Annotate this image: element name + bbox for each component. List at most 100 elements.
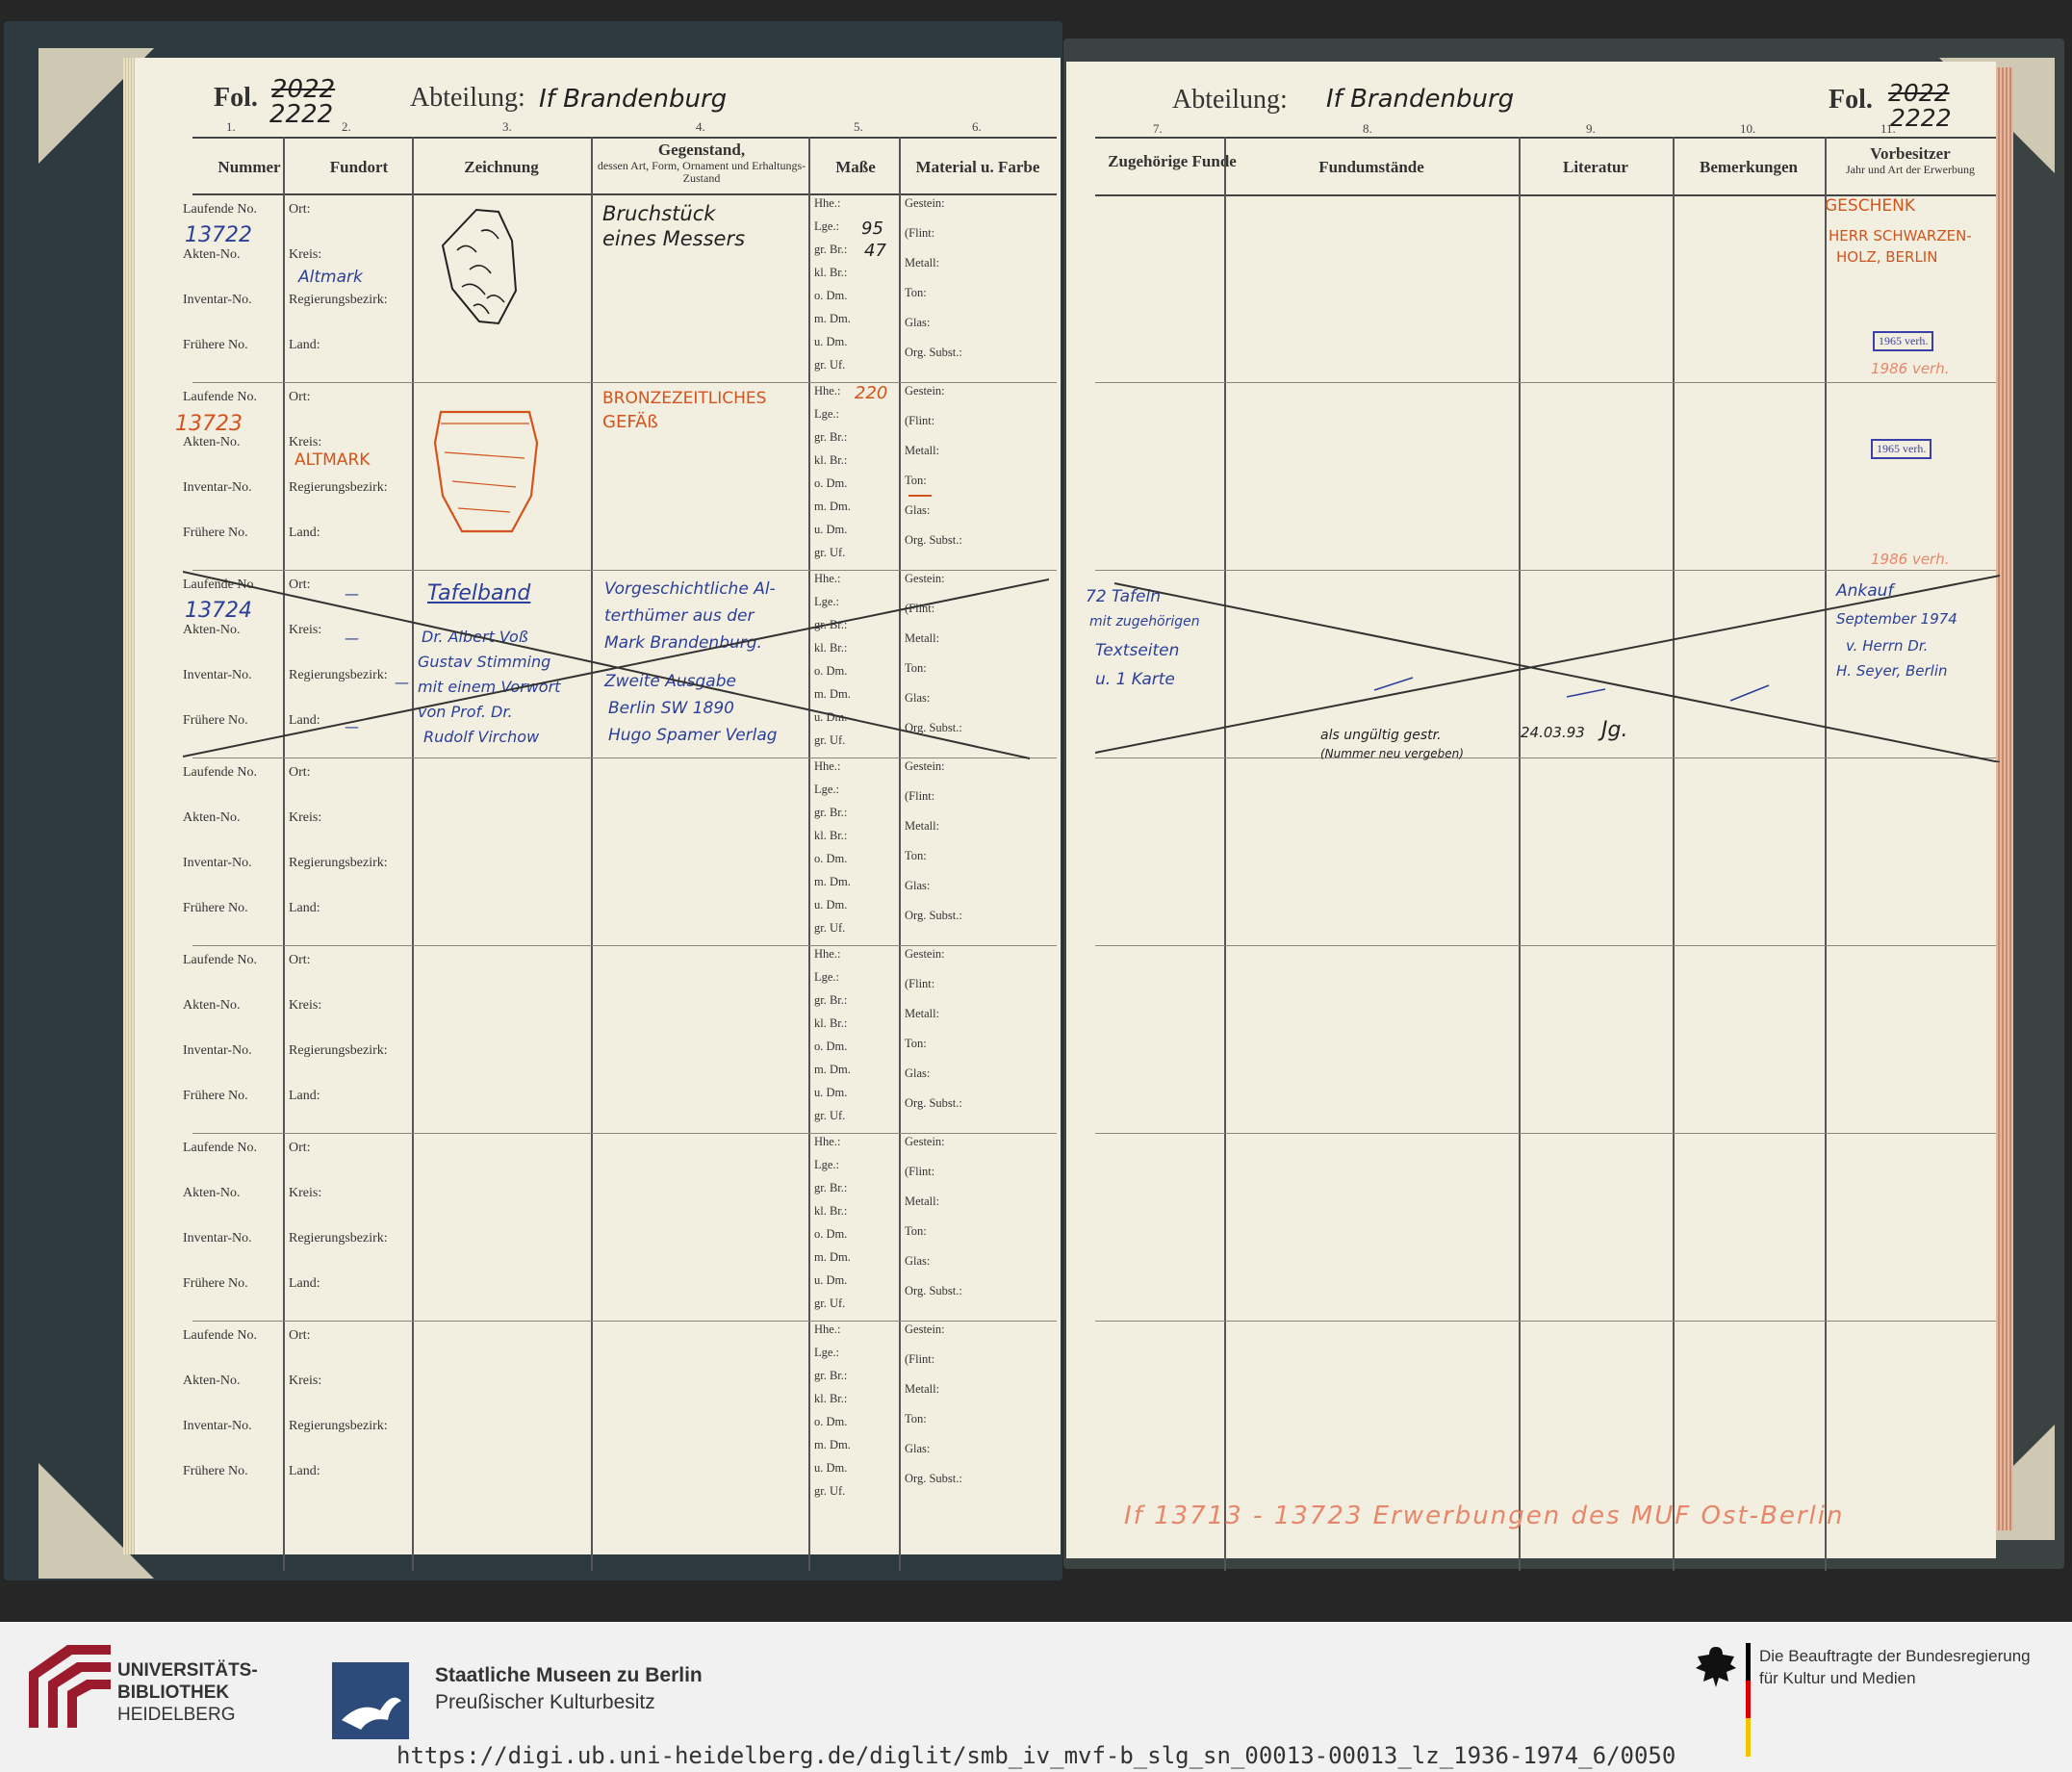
akten-no-label: Akten-No. [183,247,241,262]
stamp-verh-1: 1965 verh. [1873,331,1934,351]
entry1-laufende-no: 13722 [185,223,252,247]
abteilung-label-right: Abteilung: [1172,85,1288,115]
measure-label: Lge.: [814,1158,840,1171]
material-label: Metall: [905,1382,940,1396]
material-label: (Flint: [905,1352,935,1366]
regierungsbezirk-label: Regierungsbezirk: [289,480,388,495]
akten-no-label: Akten-No. [183,998,241,1013]
header-fundumstaende: Fundumstände [1318,158,1424,176]
material-label: Ton: [905,286,927,299]
material-label: (Flint: [905,414,935,427]
bkm-line1: Die Beauftragte der Bundesregierung [1759,1647,2031,1665]
entry2-kreis: ALTMARK [294,450,371,470]
material-label: Org. Subst.: [905,533,962,547]
material-label: Glas: [905,503,931,517]
header-gegenstand-sub: dessen Art, Form, Ornament und Erhaltung… [597,159,806,185]
header-gegenstand: Gegenstand, dessen Art, Form, Ornament u… [591,141,812,185]
material-label: Org. Subst.: [905,1284,962,1297]
col-divider [283,137,285,1571]
measure-label: gr. Br.: [814,430,848,444]
abteilung-value-left: If Brandenburg [539,85,728,114]
col-number-8: 8. [1363,121,1372,136]
fruehere-no-label: Frühere No. [183,1089,248,1103]
smb-line1: Staatliche Museen zu Berlin [435,1664,703,1686]
col-divider [899,137,901,1571]
ub-line3: HEIDELBERG [117,1705,236,1725]
header-material: Material u. Farbe [915,158,1040,176]
measure-label: m. Dm. [814,875,851,888]
material-label: Gestein: [905,759,945,773]
ub-heidelberg-logo-icon [29,1645,111,1728]
measure-label: kl. Br.: [814,829,848,842]
left-page: Fol. 2022 2222 Abteilung: If Brandenburg… [135,58,1061,1571]
akten-no-label: Akten-No. [183,435,241,449]
fol-label-right: Fol. [1829,85,1873,115]
smb-line2: Preußischer Kulturbesitz [435,1691,655,1713]
material-label: Ton: [905,849,927,862]
fruehere-no-label: Frühere No. [183,338,248,352]
land-label: Land: [289,1464,320,1478]
kreis-label: Kreis: [289,247,322,262]
row-divider [192,1133,1057,1134]
measure-label: o. Dm. [814,852,848,865]
measure-label: gr. Br.: [814,1369,848,1382]
material-label: Org. Subst.: [905,909,962,922]
header-vorbesitzer-title: Vorbesitzer [1870,144,1951,163]
measure-label: kl. Br.: [814,1392,848,1405]
material-label: Ton: [905,1224,927,1238]
kreis-label: Kreis: [289,435,322,449]
measure-label: Hhe.: [814,1323,841,1336]
col-number-7: 7. [1153,121,1163,136]
measure-label: u. Dm. [814,1086,848,1099]
col-number-5: 5. [854,119,863,134]
measure-label: Hhe.: [814,384,841,398]
header-top-rule [192,137,1057,139]
measure-label: o. Dm. [814,1415,848,1428]
measure-label: m. Dm. [814,1063,851,1076]
entry2-ton-underline [908,495,932,497]
regierungsbezirk-label: Regierungsbezirk: [289,856,388,870]
land-label: Land: [289,1276,320,1291]
material-label: Gestein: [905,1323,945,1336]
measure-label: kl. Br.: [814,453,848,467]
permalink-url[interactable]: https://digi.ub.uni-heidelberg.de/diglit… [396,1742,1676,1769]
entry1-width: 47 [864,241,886,261]
measure-label: gr. Uf. [814,358,846,372]
col-number-6: 6. [972,119,982,134]
material-label: Gestein: [905,1135,945,1148]
material-label: Glas: [905,879,931,892]
material-label: Metall: [905,1194,940,1208]
bottom-acquisition-note: If 13713 - 13723 Erwerbungen des MUF Ost… [1124,1502,1845,1530]
row-divider [1095,1321,1996,1322]
measure-label: o. Dm. [814,476,848,490]
bkm-line2: für Kultur und Medien [1759,1669,1916,1687]
col-divider [591,137,593,1571]
measure-label: Lge.: [814,407,840,421]
measure-label: Hhe.: [814,947,841,961]
measure-label: u. Dm. [814,1461,848,1475]
laufende-no-label: Laufende No. [183,1328,257,1343]
material-label: (Flint: [905,1165,935,1178]
viewer-footer: UNIVERSITÄTS- BIBLIOTHEK HEIDELBERG Staa… [0,1622,2072,1772]
row-divider [192,1321,1057,1322]
ort-label: Ort: [289,1328,311,1343]
kreis-label: Kreis: [289,1186,322,1200]
entry1-gegenstand-line2: eines Messers [602,227,746,250]
col-number-10: 10. [1740,121,1756,136]
header-nummer: Nummer [217,158,281,176]
measure-label: o. Dm. [814,1040,848,1053]
measure-label: gr. Br.: [814,243,848,256]
entry2-gegenstand-line2: GEFÄß [602,412,658,432]
inventar-no-label: Inventar-No. [183,1043,252,1058]
measure-label: u. Dm. [814,523,848,536]
ort-label: Ort: [289,390,311,404]
row-divider [1095,1133,1996,1134]
measure-label: u. Dm. [814,898,848,912]
laufende-no-label: Laufende No. [183,202,257,217]
col-divider [1224,137,1226,1571]
entry2-height: 220 [855,383,888,403]
kreis-label: Kreis: [289,1374,322,1388]
material-label: Metall: [905,444,940,457]
measure-label: m. Dm. [814,1438,851,1451]
material-label: Ton: [905,1037,927,1050]
